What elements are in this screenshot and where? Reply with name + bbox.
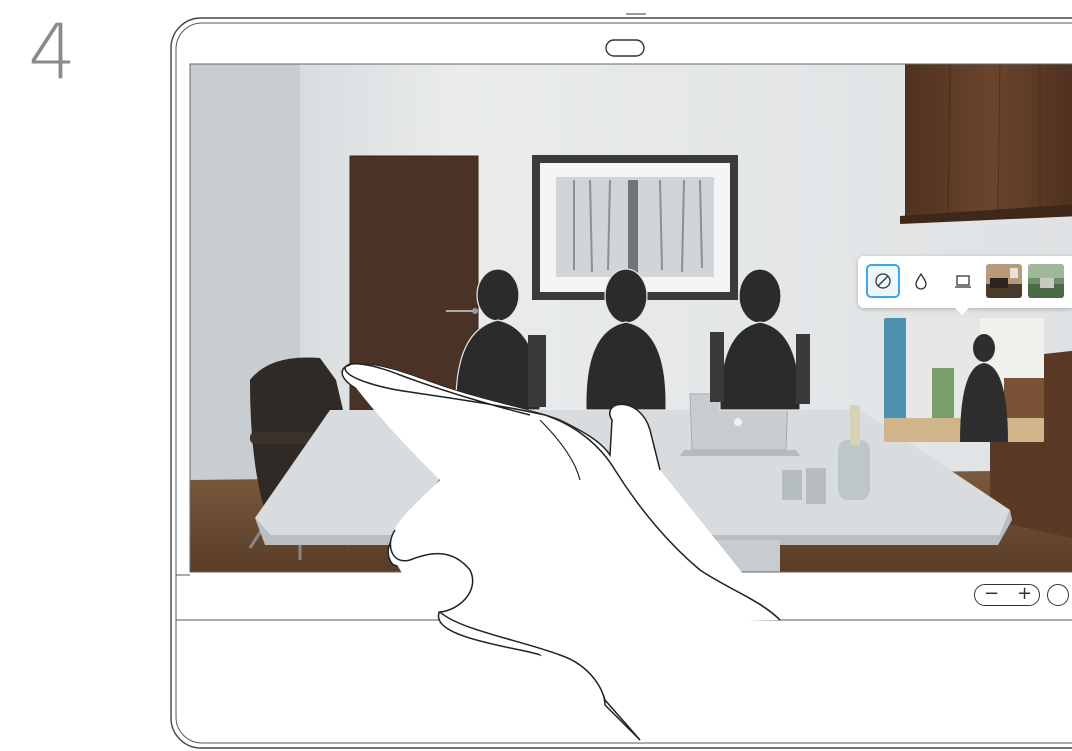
step-number: 4 [28,7,77,96]
camera-icon [605,39,645,57]
person-silhouette [585,268,667,411]
person-silhouette [719,268,801,411]
hand-gesture [341,363,781,741]
background-option-blur[interactable] [904,264,938,298]
background-thumbnail-living-room[interactable] [986,264,1022,298]
person-silhouette [455,268,541,411]
monitor-icon [955,275,971,288]
volume-control: − + [974,584,1040,606]
background-thumbnail-nature[interactable] [1028,264,1064,298]
background-option-none[interactable] [866,264,900,298]
block-icon [875,273,891,289]
background-option-screen[interactable] [946,264,980,298]
self-view [884,318,1044,442]
home-button[interactable] [1047,584,1069,606]
volume-up-button[interactable]: + [1017,584,1032,604]
droplet-icon [915,272,927,290]
volume-down-button[interactable]: − [984,584,999,604]
background-menu [858,256,1072,315]
